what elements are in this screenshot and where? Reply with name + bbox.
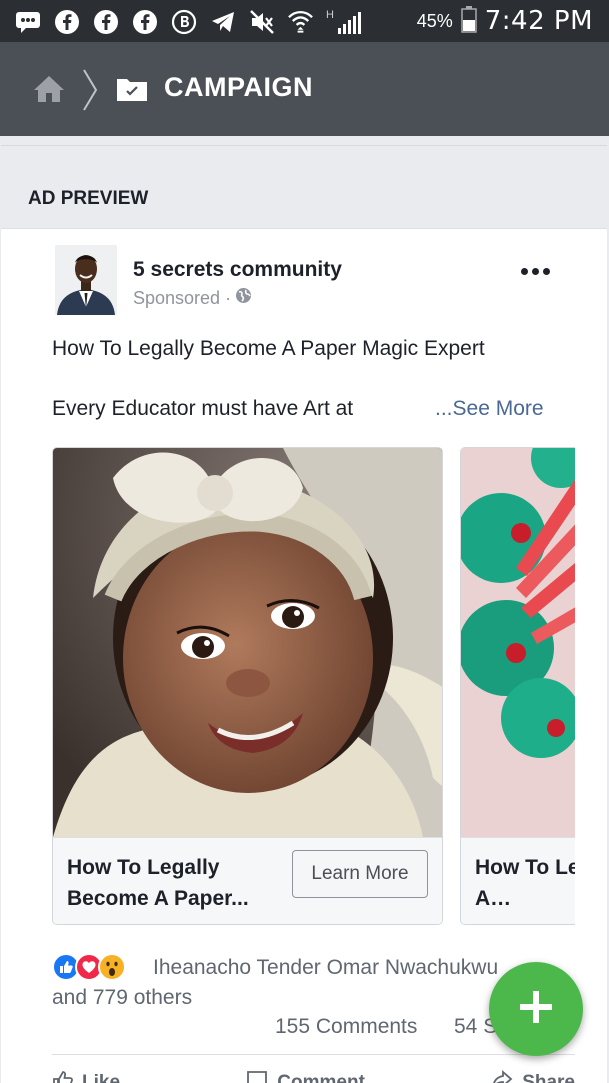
ad-post-card: 5 secrets community Sponsored · How To L…: [1, 228, 607, 1083]
network-type-label: H: [326, 9, 334, 21]
see-more-link[interactable]: ...See More: [435, 397, 544, 421]
thumbs-up-icon: [52, 1069, 74, 1083]
comments-count[interactable]: 155 Comments: [275, 1015, 417, 1039]
carousel-card-title: How To Le… Become A…: [475, 856, 575, 910]
page-title: CAMPAIGN: [164, 72, 313, 102]
wifi-icon: [287, 9, 314, 36]
page-name[interactable]: 5 secrets community: [133, 258, 342, 282]
carousel-image-baby[interactable]: [53, 448, 442, 837]
ad-preview-label: AD PREVIEW: [28, 188, 149, 209]
mute-icon: [248, 9, 275, 36]
reaction-icons[interactable]: [52, 953, 126, 981]
status-bar: H 45% 7:42 PM: [0, 0, 609, 42]
telegram-icon: [209, 9, 236, 36]
reaction-names[interactable]: Iheanacho Tender Omar Nwachukwu: [153, 956, 498, 980]
comment-button[interactable]: Comment: [245, 1069, 365, 1083]
like-button[interactable]: Like: [52, 1069, 120, 1083]
carousel-card-title: How To Legally Become A Paper...: [67, 856, 249, 910]
signal-icon: H: [326, 9, 366, 36]
facebook-icon: [92, 9, 119, 36]
share-button[interactable]: Share: [490, 1069, 575, 1083]
facebook-icon: [131, 9, 158, 36]
carousel-card-footer: How To Le… Become A…: [461, 837, 575, 924]
carousel-image-paper-craft[interactable]: [461, 448, 575, 837]
ad-preview-header: AD PREVIEW: [1, 145, 607, 228]
add-button[interactable]: [489, 962, 583, 1056]
post-actions: Like Comment Share: [52, 1069, 575, 1083]
clock-time: 7:42 PM: [484, 6, 593, 36]
home-icon[interactable]: [32, 74, 66, 109]
messages-icon: [14, 9, 41, 36]
carousel-card[interactable]: How To Legally Become A Paper... Learn M…: [52, 447, 443, 925]
wow-reaction-icon: [98, 953, 126, 981]
ad-carousel[interactable]: How To Legally Become A Paper... Learn M…: [52, 447, 575, 927]
reaction-others[interactable]: and 779 others: [52, 986, 192, 1010]
ad-body-text: Every Educator must have Art at: [52, 397, 354, 420]
battery-icon: [460, 5, 477, 38]
ad-headline: How To Legally Become A Paper Magic Expe…: [52, 337, 485, 360]
share-label: Share: [522, 1072, 575, 1083]
carousel-card-footer: How To Legally Become A Paper... Learn M…: [53, 837, 442, 924]
sponsored-label: Sponsored ·: [133, 287, 232, 308]
comment-icon: [245, 1069, 269, 1083]
sponsored-line: Sponsored ·: [133, 287, 252, 309]
notification-icons: H: [14, 8, 366, 36]
carousel-card[interactable]: How To Le… Become A…: [460, 447, 575, 925]
plus-icon: [516, 987, 556, 1032]
like-label: Like: [82, 1072, 121, 1083]
chevron-right-icon: [80, 66, 100, 119]
status-right: 45% 7:42 PM: [416, 5, 593, 38]
globe-icon: [235, 287, 252, 309]
battery-percent: 45%: [416, 10, 453, 31]
avatar[interactable]: [55, 245, 117, 315]
breadcrumb-bar: CAMPAIGN: [0, 42, 609, 136]
facebook-icon: [53, 9, 80, 36]
comment-label: Comment: [277, 1072, 365, 1083]
campaign-folder-icon[interactable]: [116, 76, 148, 107]
more-options-icon[interactable]: [521, 263, 555, 279]
divider: [52, 1054, 575, 1055]
share-icon: [490, 1069, 514, 1083]
learn-more-button[interactable]: Learn More: [292, 850, 428, 898]
bbm-icon: [170, 9, 197, 36]
